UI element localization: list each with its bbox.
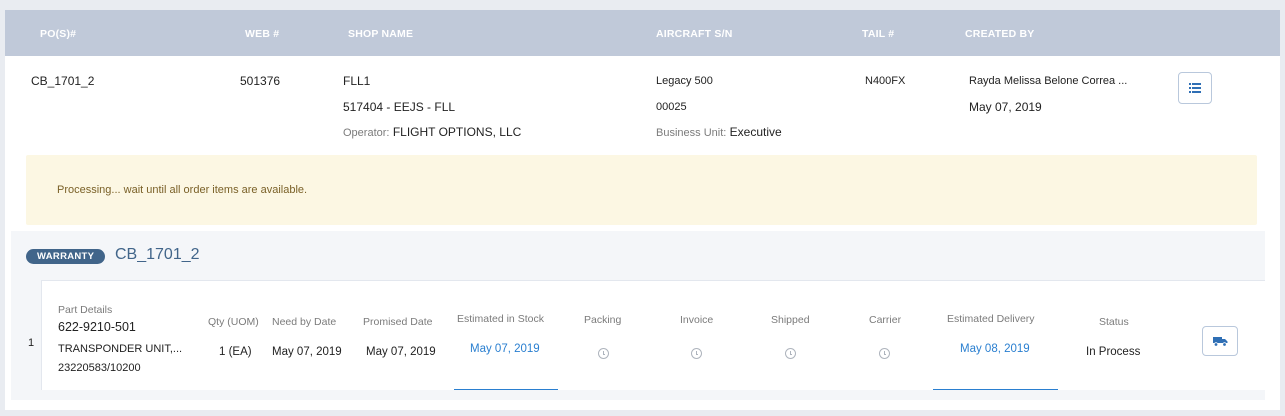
created-date: May 07, 2019 xyxy=(969,100,1042,114)
list-icon xyxy=(1189,83,1201,93)
warranty-badge: WARRANTY xyxy=(26,249,106,264)
order-pos-link[interactable]: CB_1701_2 xyxy=(31,74,94,88)
part-reference: 23220583/10200 xyxy=(58,362,141,374)
operator-label: Operator: xyxy=(343,127,390,139)
operator-value: FLIGHT OPTIONS, LLC xyxy=(392,125,522,139)
tail-number: N400FX xyxy=(865,75,906,87)
header-aircraft-sn: AIRCRAFT S/N xyxy=(656,28,733,40)
promised-value: May 07, 2019 xyxy=(366,346,436,358)
header-created-by: CREATED BY xyxy=(965,28,1035,40)
shop-name: FLL1 xyxy=(343,74,371,88)
order-web: 501376 xyxy=(240,74,281,88)
est-delivery-underline xyxy=(933,389,1058,390)
qty-value: 1 (EA) xyxy=(219,346,252,358)
details-list-button[interactable] xyxy=(1178,72,1212,104)
col-promised: Promised Date xyxy=(363,316,433,328)
truck-icon xyxy=(1212,336,1227,347)
alert-message: Processing... wait until all order items… xyxy=(57,184,308,196)
col-carrier: Carrier xyxy=(869,314,902,326)
col-shipped: Shipped xyxy=(771,314,810,326)
col-part-details: Part Details xyxy=(58,304,113,316)
processing-alert: Processing... wait until all order items… xyxy=(26,155,1257,225)
aircraft-sn: 00025 xyxy=(656,101,687,113)
col-invoice: Invoice xyxy=(680,314,714,326)
warranty-header: WARRANTY CB_1701_2 xyxy=(11,231,1265,280)
header-web: WEB # xyxy=(245,28,280,40)
col-need-by: Need by Date xyxy=(272,316,337,328)
col-est-stock: Estimated in Stock xyxy=(457,313,544,325)
table-row xyxy=(41,280,1265,390)
shipped-clock-icon xyxy=(785,348,796,359)
col-packing: Packing xyxy=(584,314,622,326)
row-number: 1 xyxy=(28,337,35,349)
status-value: In Process xyxy=(1086,346,1141,358)
header-tail: TAIL # xyxy=(862,28,895,40)
aircraft-model: Legacy 500 xyxy=(656,75,713,87)
carrier-clock-icon xyxy=(879,348,890,359)
business-unit-value: Executive xyxy=(729,125,782,139)
invoice-clock-icon xyxy=(691,348,702,359)
header-shop-name: SHOP NAME xyxy=(348,28,414,40)
est-stock-underline xyxy=(454,389,558,390)
est-stock-link[interactable]: May 07, 2019 xyxy=(470,343,540,355)
col-qty: Qty (UOM) xyxy=(208,316,259,328)
operator: Operator: FLIGHT OPTIONS, LLC xyxy=(343,125,521,139)
track-shipment-button[interactable] xyxy=(1202,326,1238,356)
part-number: 622-9210-501 xyxy=(58,320,136,334)
shop-code: 517404 - EEJS - FLL xyxy=(343,100,456,114)
business-unit: Business Unit: Executive xyxy=(656,125,782,139)
est-delivery-link[interactable]: May 08, 2019 xyxy=(960,343,1030,355)
warranty-section: WARRANTY CB_1701_2 xyxy=(11,231,1265,400)
packing-clock-icon xyxy=(598,348,609,359)
col-status: Status xyxy=(1099,316,1129,328)
part-description: TRANSPONDER UNIT,... xyxy=(58,343,183,355)
warranty-title: CB_1701_2 xyxy=(115,246,200,263)
header-pos: PO(S)# xyxy=(40,28,77,40)
need-by-value: May 07, 2019 xyxy=(272,346,342,358)
created-by-name: Rayda Melissa Belone Correa ... xyxy=(969,75,1128,87)
col-est-delivery: Estimated Delivery xyxy=(947,313,1035,325)
business-unit-label: Business Unit: xyxy=(656,127,727,139)
table-header: PO(S)# WEB # SHOP NAME AIRCRAFT S/N TAIL… xyxy=(5,10,1280,56)
